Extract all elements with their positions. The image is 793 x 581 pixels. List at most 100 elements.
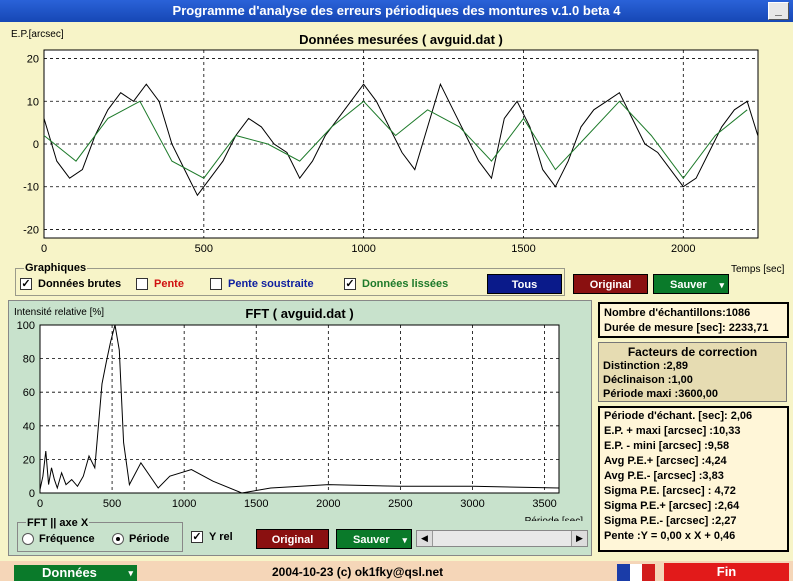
correction-box: Facteurs de correction Distinction :2,89… xyxy=(598,342,787,402)
fft-plot: FFT ( avguid.dat ) Intensité relative [%]… xyxy=(14,306,584,527)
frequence-label: Fréquence xyxy=(39,533,95,545)
original-button[interactable]: Original xyxy=(573,274,648,294)
tous-button[interactable]: Tous xyxy=(487,274,562,294)
x-tick-label: 2000 xyxy=(316,498,340,510)
y-tick-label: 60 xyxy=(23,387,35,399)
declinaison-value: Déclinaison :1,00 xyxy=(603,374,693,386)
yrel-label: Y rel xyxy=(209,531,233,543)
x-tick-label: 500 xyxy=(195,243,213,255)
time-axis-label: Temps [sec] xyxy=(731,264,785,275)
measure-duration: Durée de mesure [sec]: 2233,71 xyxy=(604,322,769,334)
x-tick-label: 2000 xyxy=(671,243,695,255)
donnees-brutes-checkbox[interactable]: ✓ Données brutes xyxy=(20,278,121,290)
distinction-value: Distinction :2,89 xyxy=(603,360,688,372)
x-tick-label: 0 xyxy=(37,498,43,510)
pente-label: Pente xyxy=(154,278,184,290)
period-axis-label: Période [sec] xyxy=(525,516,584,521)
stats-box: Nombre d'échantillons:1086 Durée de mesu… xyxy=(598,302,789,338)
yrel-check: ✓ xyxy=(191,531,203,543)
minimize-button[interactable]: _ xyxy=(768,2,789,20)
donnees-label: Données xyxy=(42,565,97,580)
sauver-label: Sauver xyxy=(670,279,707,291)
periode-radio-dot xyxy=(112,533,124,545)
measured-data-plot: Données mesurées ( avguid.dat ) E.P.[arcs… xyxy=(11,29,759,255)
french-flag-icon[interactable] xyxy=(617,564,656,581)
donnees-brutes-check: ✓ xyxy=(20,278,32,290)
donnees-lissees-check: ✓ xyxy=(344,278,356,290)
y-tick-label: -20 xyxy=(23,224,39,236)
results-box: Période d'échant. [sec]: 2,06 E.P. + max… xyxy=(598,406,789,552)
donnees-lissees-label: Données lissées xyxy=(362,278,449,290)
fft-original-button[interactable]: Original xyxy=(256,529,329,549)
fft-axis-legend: FFT || axe X xyxy=(26,517,90,529)
window-title: Programme d'analyse des erreurs périodiq… xyxy=(172,3,621,18)
sigma-plus-value: Sigma P.E.+ [arcsec] :2,64 xyxy=(604,500,740,512)
y-tick-label: 80 xyxy=(23,354,35,366)
chart-title: Données mesurées ( avguid.dat ) xyxy=(299,32,503,47)
yrel-checkbox[interactable]: ✓ Y rel xyxy=(191,531,233,543)
fft-sauver-label: Sauver xyxy=(353,534,390,546)
x-tick-label: 0 xyxy=(41,243,47,255)
periode-echant-value: Période d'échant. [sec]: 2,06 xyxy=(604,410,753,422)
chart-title: FFT ( avguid.dat ) xyxy=(245,306,353,321)
info-panel: Nombre d'échantillons:1086 Durée de mesu… xyxy=(596,300,793,556)
y-tick-label: -10 xyxy=(23,182,39,194)
periode-maxi-value: Période maxi :3600,00 xyxy=(603,388,718,400)
y-tick-label: 100 xyxy=(17,320,35,332)
credit-text: 2004-10-23 (c) ok1fky@qsl.net xyxy=(272,565,444,579)
donnees-brutes-label: Données brutes xyxy=(38,278,122,290)
pente-soustraite-label: Pente soustraite xyxy=(228,278,314,290)
pente-check xyxy=(136,278,148,290)
fft-axis-group: FFT || axe X Fréquence Période xyxy=(17,517,183,552)
pente-soustraite-check xyxy=(210,278,222,290)
y-tick-label: 10 xyxy=(27,96,39,108)
avg-plus-value: Avg P.E.+ [arcsec] :4,24 xyxy=(604,455,727,467)
scroll-right-icon[interactable]: ▶ xyxy=(571,531,587,546)
sauver-dropdown-icon: ▾ xyxy=(719,280,724,290)
sigma-minus-value: Sigma P.E.- [arcsec] :2,27 xyxy=(604,515,737,527)
y-axis-label: E.P.[arcsec] xyxy=(11,29,64,40)
scroll-left-icon[interactable]: ◀ xyxy=(417,531,433,546)
graphiques-group: Graphiques ✓ Données brutes Pente Pente … xyxy=(15,262,565,296)
fft-scrollbar[interactable]: ◀ ▶ xyxy=(416,530,588,547)
donnees-menu-button[interactable]: Données ▾ xyxy=(14,565,137,581)
title-bar: Programme d'analyse des erreurs périodiq… xyxy=(0,0,793,22)
x-tick-label: 1000 xyxy=(351,243,375,255)
x-tick-label: 3500 xyxy=(532,498,556,510)
pente-soustraite-checkbox[interactable]: Pente soustraite xyxy=(210,278,314,290)
correction-title: Facteurs de correction xyxy=(627,345,758,359)
fin-button[interactable]: Fin xyxy=(664,563,789,581)
y-tick-label: 0 xyxy=(33,139,39,151)
measured-data-chart: Données mesurées ( avguid.dat ) E.P.[arcs… xyxy=(8,25,793,287)
x-tick-label: 2500 xyxy=(388,498,412,510)
graphiques-legend: Graphiques xyxy=(24,262,88,274)
y-tick-label: 40 xyxy=(23,421,35,433)
y-tick-label: 0 xyxy=(29,488,35,500)
periode-label: Période xyxy=(129,533,170,545)
frequence-radio-dot xyxy=(22,533,34,545)
y-tick-label: 20 xyxy=(23,454,35,466)
x-tick-label: 1000 xyxy=(172,498,196,510)
plot-area xyxy=(39,324,560,494)
pente-value: Pente :Y = 0,00 x X + 0,46 xyxy=(604,530,736,542)
fft-panel: FFT ( avguid.dat ) Intensité relative [%]… xyxy=(8,300,592,556)
fft-sauver-dropdown-icon: ▾ xyxy=(402,535,407,545)
pente-checkbox[interactable]: Pente xyxy=(136,278,184,290)
donnees-lissees-checkbox[interactable]: ✓ Données lissées xyxy=(344,278,448,290)
ep-minus-value: E.P. - mini [arcsec] :9,58 xyxy=(604,440,730,452)
frequence-radio[interactable]: Fréquence xyxy=(22,533,95,545)
periode-radio[interactable]: Période xyxy=(112,533,169,545)
y-axis-label: Intensité relative [%] xyxy=(14,307,104,318)
y-tick-label: 20 xyxy=(27,54,39,66)
avg-minus-value: Avg P.E.- [arcsec] :3,83 xyxy=(604,470,724,482)
sigma-value: Sigma P.E. [arcsec] : 4,72 xyxy=(604,485,736,497)
x-tick-label: 1500 xyxy=(244,498,268,510)
x-tick-label: 1500 xyxy=(511,243,535,255)
sauver-button[interactable]: Sauver ▾ xyxy=(653,274,729,294)
donnees-dropdown-icon: ▾ xyxy=(128,568,133,578)
sample-count: Nombre d'échantillons:1086 xyxy=(604,307,751,319)
x-tick-label: 3000 xyxy=(460,498,484,510)
ep-plus-value: E.P. + maxi [arcsec] :10,33 xyxy=(604,425,741,437)
fft-sauver-button[interactable]: Sauver ▾ xyxy=(336,529,412,549)
app-window: Programme d'analyse des erreurs périodiq… xyxy=(0,0,793,581)
